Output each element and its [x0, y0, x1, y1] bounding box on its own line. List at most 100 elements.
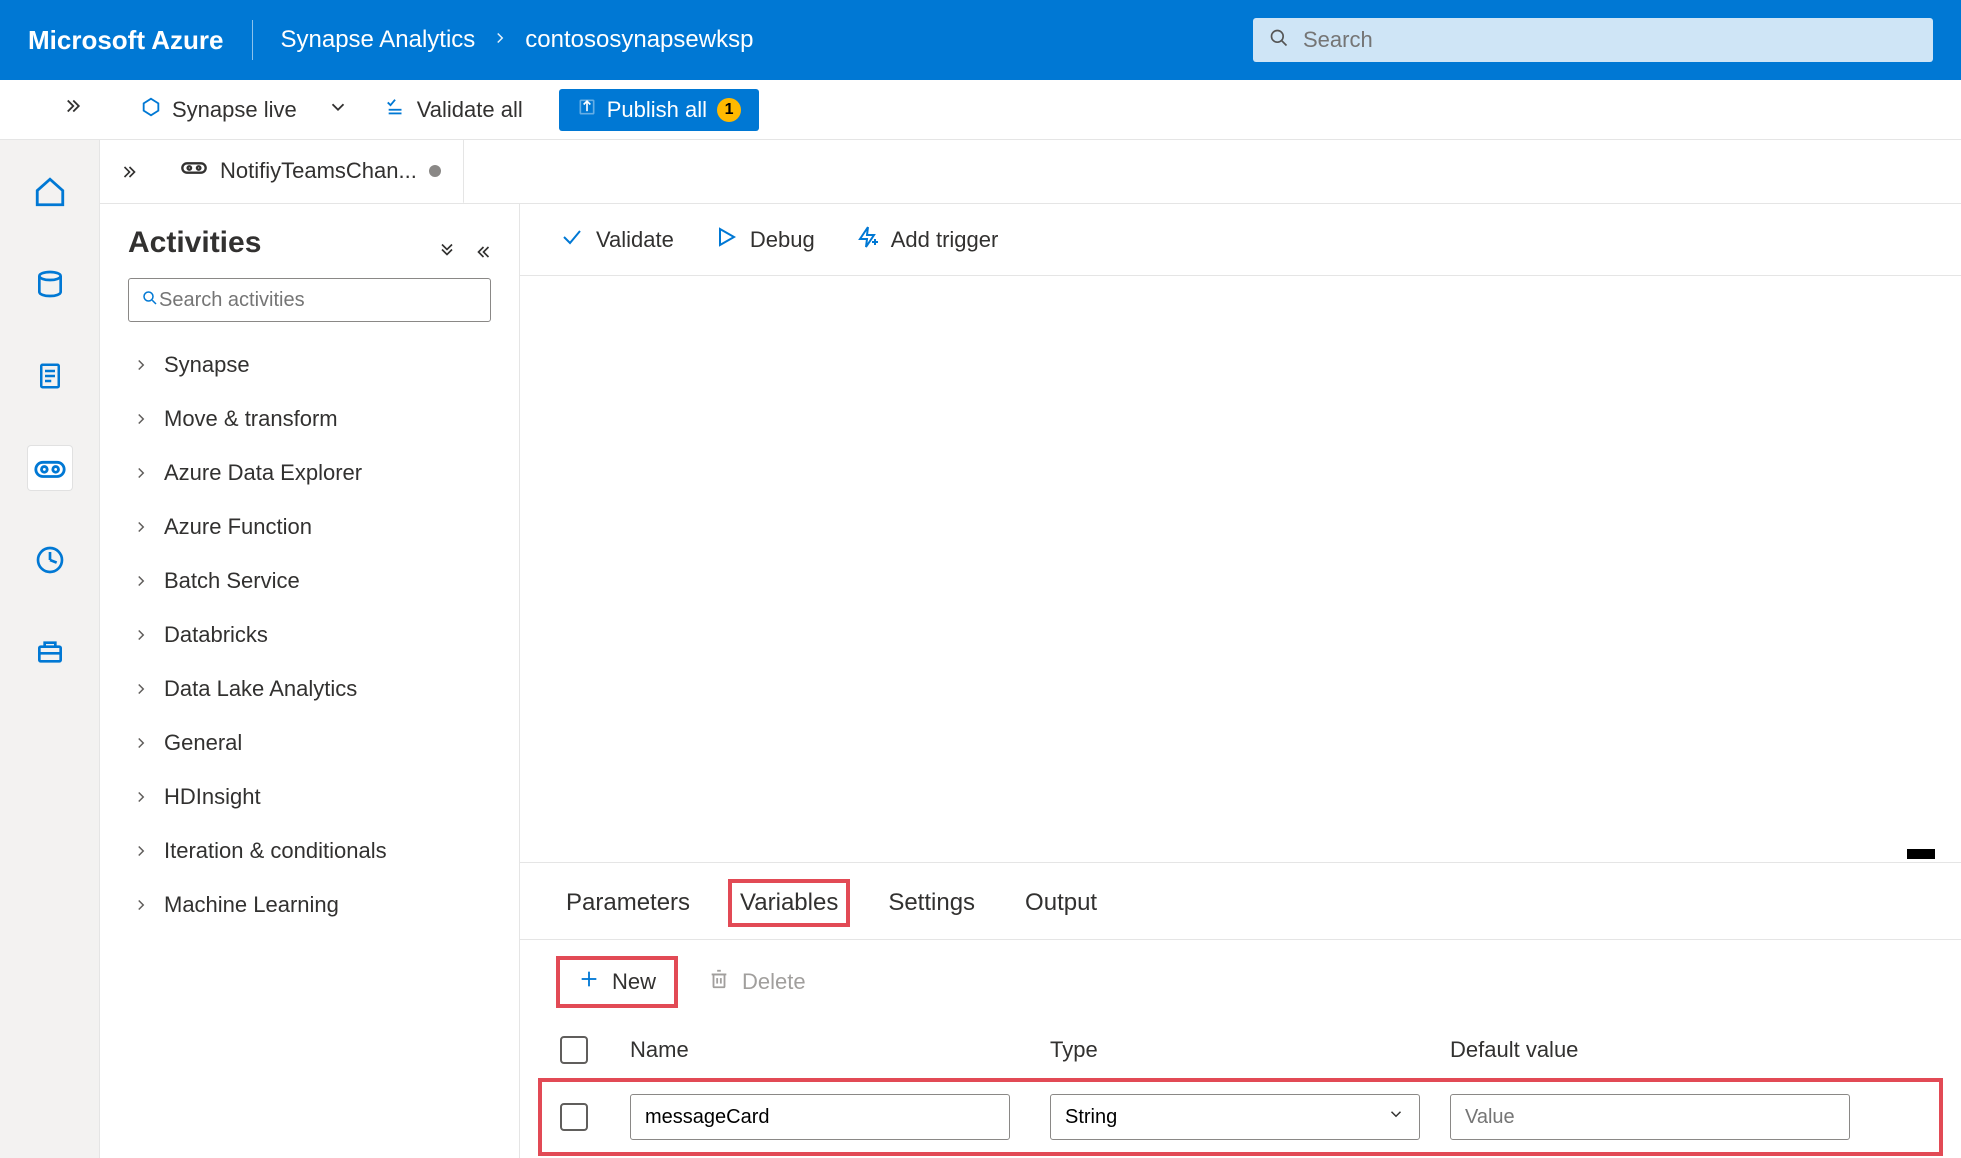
- chevron-down-icon: [327, 96, 349, 124]
- content-wrap: Activities Synapse Move & transform Azur…: [100, 204, 1961, 1158]
- validate-label: Validate: [596, 227, 674, 253]
- expand-rail-button[interactable]: [60, 90, 92, 122]
- col-header-type: Type: [1050, 1037, 1450, 1063]
- global-search[interactable]: [1253, 18, 1933, 62]
- play-icon: [714, 225, 738, 255]
- chevron-down-icon: [1387, 1105, 1405, 1129]
- azure-top-bar: Microsoft Azure Synapse Analytics contos…: [0, 0, 1961, 80]
- divider: [252, 20, 253, 60]
- live-mode-dropdown[interactable]: Synapse live: [140, 96, 349, 124]
- tab-variables[interactable]: Variables: [734, 885, 844, 921]
- delete-label: Delete: [742, 969, 806, 995]
- pipeline-tab-label: NotifiyTeamsChan...: [220, 158, 417, 184]
- search-icon: [141, 289, 159, 312]
- variable-default-input[interactable]: [1450, 1094, 1850, 1140]
- new-label: New: [612, 969, 656, 995]
- row-checkbox[interactable]: [560, 1103, 588, 1131]
- lightning-icon: [855, 225, 879, 255]
- debug-button[interactable]: Debug: [714, 225, 815, 255]
- check-icon: [560, 225, 584, 255]
- activity-group[interactable]: Azure Function: [128, 500, 491, 554]
- canvas-column: Validate Debug Add trigger Param: [520, 204, 1961, 1158]
- activity-group-label: General: [164, 730, 242, 756]
- activity-group-label: Azure Data Explorer: [164, 460, 362, 486]
- new-variable-button[interactable]: New: [560, 960, 674, 1004]
- chevron-right-icon: [491, 26, 509, 54]
- nav-monitor[interactable]: [28, 538, 72, 582]
- nav-develop[interactable]: [28, 354, 72, 398]
- upload-icon: [577, 97, 597, 123]
- activities-search-input[interactable]: [159, 289, 478, 312]
- nav-manage[interactable]: [28, 630, 72, 674]
- global-search-input[interactable]: [1303, 27, 1917, 53]
- workspace-toolbar: Synapse live Validate all Publish all 1: [0, 80, 1961, 140]
- nav-data[interactable]: [28, 262, 72, 306]
- tab-settings[interactable]: Settings: [882, 885, 981, 921]
- activity-group[interactable]: Iteration & conditionals: [128, 824, 491, 878]
- activity-group[interactable]: Synapse: [128, 338, 491, 392]
- pipeline-icon: [180, 154, 208, 187]
- collapse-all-icon[interactable]: [437, 242, 457, 267]
- activity-group[interactable]: Move & transform: [128, 392, 491, 446]
- variable-type-value: String: [1065, 1106, 1117, 1129]
- pane-collapse-handle[interactable]: [1907, 849, 1935, 859]
- hex-icon: [140, 96, 162, 124]
- tab-output[interactable]: Output: [1019, 885, 1103, 921]
- variable-row: String: [540, 1080, 1941, 1154]
- properties-pane: Parameters Variables Settings Output New…: [520, 862, 1961, 1158]
- validate-all-button[interactable]: Validate all: [385, 96, 523, 124]
- activity-group[interactable]: Data Lake Analytics: [128, 662, 491, 716]
- activities-search[interactable]: [128, 278, 491, 322]
- activity-group-label: Azure Function: [164, 514, 312, 540]
- unsaved-indicator-icon: [429, 165, 441, 177]
- breadcrumb: Synapse Analytics contososynapsewksp: [281, 26, 754, 54]
- col-header-default: Default value: [1450, 1037, 1921, 1063]
- col-header-name: Name: [630, 1037, 1050, 1063]
- activity-group[interactable]: General: [128, 716, 491, 770]
- breadcrumb-service[interactable]: Synapse Analytics: [281, 26, 476, 54]
- nav-integrate[interactable]: [28, 446, 72, 490]
- variable-type-select[interactable]: String: [1050, 1094, 1420, 1140]
- activities-list: Synapse Move & transform Azure Data Expl…: [128, 338, 491, 932]
- activity-group[interactable]: Azure Data Explorer: [128, 446, 491, 500]
- activity-group[interactable]: Databricks: [128, 608, 491, 662]
- add-trigger-label: Add trigger: [891, 227, 999, 253]
- brand-logo[interactable]: Microsoft Azure: [28, 25, 224, 56]
- publish-all-button[interactable]: Publish all 1: [559, 89, 759, 131]
- activity-group-label: Databricks: [164, 622, 268, 648]
- breadcrumb-workspace[interactable]: contososynapsewksp: [525, 26, 753, 54]
- pipeline-tab[interactable]: NotifiyTeamsChan...: [158, 140, 464, 204]
- validate-button[interactable]: Validate: [560, 225, 674, 255]
- activity-group-label: Synapse: [164, 352, 250, 378]
- activity-group-label: Machine Learning: [164, 892, 339, 918]
- nav-home[interactable]: [28, 170, 72, 214]
- select-all-checkbox[interactable]: [560, 1036, 588, 1064]
- nav-rail: [0, 140, 100, 1158]
- variable-name-input[interactable]: [630, 1094, 1010, 1140]
- activities-panel: Activities Synapse Move & transform Azur…: [100, 204, 520, 1158]
- add-trigger-button[interactable]: Add trigger: [855, 225, 999, 255]
- activity-group-label: HDInsight: [164, 784, 261, 810]
- activity-group-label: Data Lake Analytics: [164, 676, 357, 702]
- variables-actions: New Delete: [520, 940, 1961, 1024]
- pipeline-canvas[interactable]: [520, 276, 1961, 862]
- canvas-toolbar: Validate Debug Add trigger: [520, 204, 1961, 276]
- editor-tab-row: NotifiyTeamsChan...: [100, 140, 1961, 204]
- delete-variable-button[interactable]: Delete: [708, 968, 806, 996]
- properties-tabs: Parameters Variables Settings Output: [520, 863, 1961, 940]
- activity-group[interactable]: HDInsight: [128, 770, 491, 824]
- collapse-panel-icon[interactable]: [471, 242, 491, 267]
- main-area: NotifiyTeamsChan... Activities Synapse M…: [0, 140, 1961, 1158]
- live-mode-label: Synapse live: [172, 97, 297, 123]
- tabs-expand-button[interactable]: [118, 158, 146, 186]
- tab-parameters[interactable]: Parameters: [560, 885, 696, 921]
- search-icon: [1269, 28, 1303, 53]
- activity-group[interactable]: Machine Learning: [128, 878, 491, 932]
- activity-group-label: Move & transform: [164, 406, 338, 432]
- plus-icon: [578, 968, 600, 996]
- activity-group[interactable]: Batch Service: [128, 554, 491, 608]
- trash-icon: [708, 968, 730, 996]
- publish-all-label: Publish all: [607, 97, 707, 123]
- activity-group-label: Iteration & conditionals: [164, 838, 387, 864]
- debug-label: Debug: [750, 227, 815, 253]
